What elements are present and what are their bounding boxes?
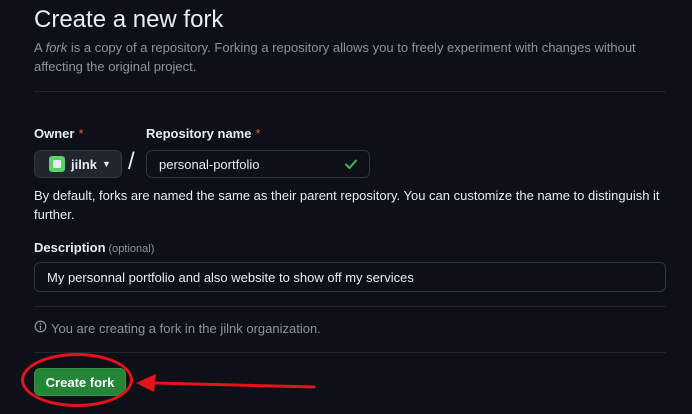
owner-label-text: Owner [34, 126, 75, 141]
subtitle-emphasis: fork [45, 40, 68, 55]
owner-selected-value: jilnk [71, 156, 98, 172]
description-value: My personnal portfolio and also website … [47, 269, 414, 285]
repository-required-mark: * [255, 126, 261, 141]
annotation-arrow [136, 374, 316, 392]
description-input[interactable]: My personnal portfolio and also website … [34, 262, 666, 292]
repository-name-label: Repository name * [146, 126, 261, 141]
description-optional-tag: (optional) [108, 243, 155, 255]
caret-down-icon: ▼ [102, 159, 111, 169]
owner-label: Owner * [34, 126, 84, 141]
actions-divider [34, 352, 666, 353]
owner-repo-separator: / [128, 148, 135, 175]
annotation-highlight-circle [21, 353, 133, 407]
header-divider [34, 91, 666, 92]
repository-name-value: personal-portfolio [159, 156, 260, 172]
subtitle-rest: is a copy of a repository. Forking a rep… [34, 40, 636, 74]
subtitle-prefix: A [34, 40, 46, 55]
page-subtitle: A fork is a copy of a repository. Forkin… [34, 38, 654, 76]
repository-name-hint: By default, forks are named the same as … [34, 188, 660, 222]
fork-info-text: You are creating a fork in the jilnk org… [51, 320, 321, 336]
repository-name-input[interactable]: personal-portfolio [146, 150, 370, 178]
check-icon [343, 156, 359, 175]
info-icon [34, 320, 47, 336]
owner-avatar [49, 156, 65, 172]
owner-select-button[interactable]: jilnk ▼ [34, 150, 122, 178]
description-label: Description (optional) [34, 240, 154, 255]
description-label-text: Description [34, 240, 106, 255]
repository-name-label-text: Repository name [146, 126, 252, 141]
form-divider [34, 306, 666, 307]
owner-required-mark: * [78, 126, 84, 141]
page-title: Create a new fork [34, 6, 224, 33]
fork-info-note: You are creating a fork in the jilnk org… [34, 320, 321, 336]
